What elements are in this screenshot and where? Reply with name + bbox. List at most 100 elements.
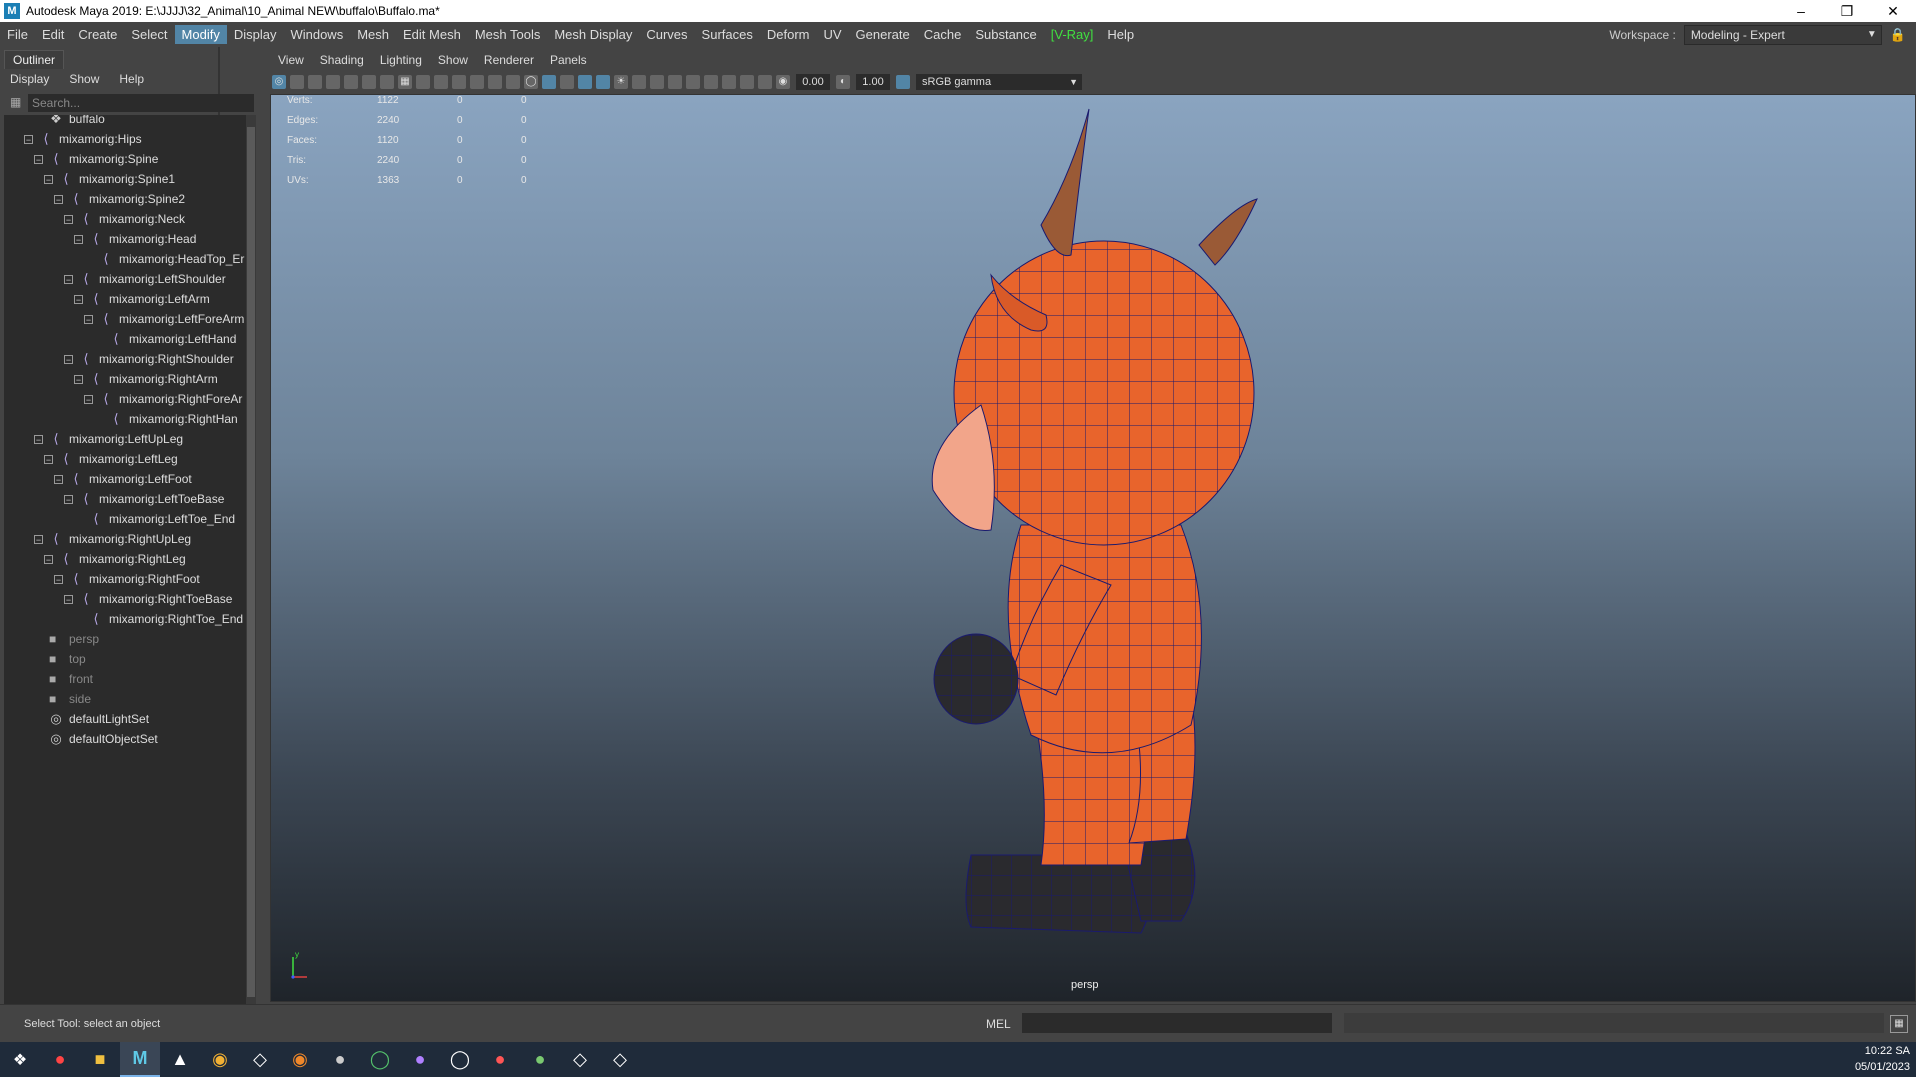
unity-editor-icon[interactable]: ◇ [600, 1042, 640, 1077]
maya-taskbar-icon[interactable]: M [120, 1042, 160, 1077]
resolution-gate-icon[interactable] [434, 75, 448, 89]
expand-toggle-icon[interactable]: − [54, 574, 63, 584]
upwork-icon[interactable]: ◯ [360, 1042, 400, 1077]
menu-file[interactable]: File [0, 25, 35, 44]
expand-toggle-icon[interactable]: − [34, 534, 43, 544]
bookmarks-icon[interactable] [326, 75, 340, 89]
menu-modify[interactable]: Modify [174, 24, 227, 44]
app-icon[interactable]: ● [520, 1042, 560, 1077]
buffalo-model[interactable] [271, 95, 1915, 1001]
outliner-item[interactable]: − ⟨ mixamorig:LeftFoot [54, 469, 192, 489]
wordpress-icon[interactable]: ◯ [440, 1042, 480, 1077]
xray-icon[interactable] [596, 75, 610, 89]
menu-cache[interactable]: Cache [917, 25, 969, 44]
outliner-menu-show[interactable]: Show [59, 71, 109, 89]
screen-space-ao-icon[interactable] [650, 75, 664, 89]
outliner-search-input[interactable]: Search... [28, 94, 254, 112]
exposure-field[interactable]: 0.00 [796, 74, 830, 90]
viewport-menu-show[interactable]: Show [430, 51, 476, 73]
outliner-item[interactable]: − ⟨ mixamorig:RightForeAr [84, 389, 242, 409]
motion-blur-icon[interactable] [668, 75, 682, 89]
expand-toggle-icon[interactable]: − [34, 154, 43, 164]
color-management-icon[interactable] [896, 75, 910, 89]
expand-toggle-icon[interactable]: − [54, 474, 63, 484]
outliner-item[interactable]: − ⟨ mixamorig:RightUpLeg [34, 529, 191, 549]
app-icon[interactable]: ● [320, 1042, 360, 1077]
script-editor-icon[interactable]: ▦ [1890, 1015, 1908, 1033]
expand-toggle-icon[interactable]: − [64, 594, 73, 604]
outliner-item[interactable]: ❖ buffalo [34, 115, 105, 129]
expand-toggle-icon[interactable]: − [44, 174, 53, 184]
outliner-item[interactable]: ⟨ mixamorig:RightHan [94, 409, 237, 429]
chat-icon[interactable]: ● [480, 1042, 520, 1077]
outliner-item[interactable]: ◎ defaultLightSet [34, 709, 149, 729]
expand-toggle-icon[interactable]: − [74, 234, 83, 244]
gamma-field[interactable]: 1.00 [856, 74, 890, 90]
safe-title-icon[interactable] [506, 75, 520, 89]
outliner-item[interactable]: − ⟨ mixamorig:RightToeBase [64, 589, 232, 609]
expand-toggle-icon[interactable]: − [64, 354, 73, 364]
menu-windows[interactable]: Windows [283, 25, 350, 44]
wireframe-icon[interactable]: ◯ [524, 75, 538, 89]
file-explorer-icon[interactable]: ■ [80, 1042, 120, 1077]
safe-action-icon[interactable] [488, 75, 502, 89]
windows-start-icon[interactable]: ❖ [0, 1042, 40, 1077]
app-icon[interactable]: ▲ [160, 1042, 200, 1077]
scrollbar-thumb[interactable] [247, 127, 255, 997]
outliner-item[interactable]: − ⟨ mixamorig:RightArm [74, 369, 218, 389]
outliner-item[interactable]: − ⟨ mixamorig:LeftLeg [44, 449, 178, 469]
menu-edit[interactable]: Edit [35, 25, 71, 44]
outliner-item[interactable]: − ⟨ mixamorig:RightShoulder [64, 349, 234, 369]
expand-toggle-icon[interactable]: − [54, 194, 63, 204]
expand-toggle-icon[interactable]: − [64, 494, 73, 504]
shadows-icon[interactable] [632, 75, 646, 89]
github-icon[interactable]: ● [400, 1042, 440, 1077]
outliner-vertical-scrollbar[interactable] [246, 115, 256, 1018]
outliner-item[interactable]: ⟨ mixamorig:LeftHand [94, 329, 236, 349]
expand-toggle-icon[interactable]: − [44, 454, 53, 464]
film-gate-icon[interactable] [416, 75, 430, 89]
menu-create[interactable]: Create [71, 25, 124, 44]
viewport-menu-lighting[interactable]: Lighting [372, 51, 430, 73]
outliner-item[interactable]: − ⟨ mixamorig:Spine2 [54, 189, 185, 209]
depth-of-field-icon[interactable] [704, 75, 718, 89]
outliner-item[interactable]: − ⟨ mixamorig:LeftArm [74, 289, 210, 309]
viewport-menu-shading[interactable]: Shading [312, 51, 372, 73]
grease-pencil-icon[interactable] [380, 75, 394, 89]
menu-mesh[interactable]: Mesh [350, 25, 396, 44]
menu-display[interactable]: Display [227, 25, 284, 44]
xray-active-icon[interactable] [758, 75, 772, 89]
isolate-select-icon[interactable] [722, 75, 736, 89]
menu-surfaces[interactable]: Surfaces [695, 25, 760, 44]
grid-icon[interactable]: ▦ [398, 75, 412, 89]
expand-toggle-icon[interactable]: − [34, 434, 43, 444]
menu-mesh-display[interactable]: Mesh Display [547, 25, 639, 44]
viewport-menu-renderer[interactable]: Renderer [476, 51, 542, 73]
xray-joints-icon[interactable] [740, 75, 754, 89]
outliner-item[interactable]: − ⟨ mixamorig:RightFoot [54, 569, 200, 589]
blender-icon[interactable]: ◉ [280, 1042, 320, 1077]
field-chart-icon[interactable] [470, 75, 484, 89]
expand-toggle-icon[interactable]: − [44, 554, 53, 564]
menu-generate[interactable]: Generate [849, 25, 917, 44]
close-button[interactable]: ✕ [1870, 0, 1916, 22]
outliner-item[interactable]: ■ front [34, 669, 93, 689]
unity-hub-icon[interactable]: ◇ [560, 1042, 600, 1077]
menu-edit-mesh[interactable]: Edit Mesh [396, 25, 468, 44]
viewport-menu-panels[interactable]: Panels [542, 51, 595, 73]
maximize-button[interactable]: ❐ [1824, 0, 1870, 22]
taskbar-clock[interactable]: 10:22 SA 05/01/2023 [1855, 1043, 1910, 1075]
outliner-item[interactable]: − ⟨ mixamorig:Neck [64, 209, 185, 229]
minimize-button[interactable]: – [1778, 0, 1824, 22]
outliner-item[interactable]: − ⟨ mixamorig:RightLeg [44, 549, 186, 569]
menu-uv[interactable]: UV [816, 25, 848, 44]
chrome-icon[interactable]: ◉ [200, 1042, 240, 1077]
all-lights-icon[interactable]: ☀ [614, 75, 628, 89]
outliner-item[interactable]: − ⟨ mixamorig:Spine1 [44, 169, 175, 189]
wireframe-on-shaded-icon[interactable] [578, 75, 592, 89]
outliner-item[interactable]: ■ top [34, 649, 86, 669]
outliner-item[interactable]: ■ persp [34, 629, 99, 649]
unity-icon[interactable]: ◇ [240, 1042, 280, 1077]
outliner-menu-display[interactable]: Display [0, 71, 59, 89]
gamma-icon[interactable]: ◐ [836, 75, 850, 89]
